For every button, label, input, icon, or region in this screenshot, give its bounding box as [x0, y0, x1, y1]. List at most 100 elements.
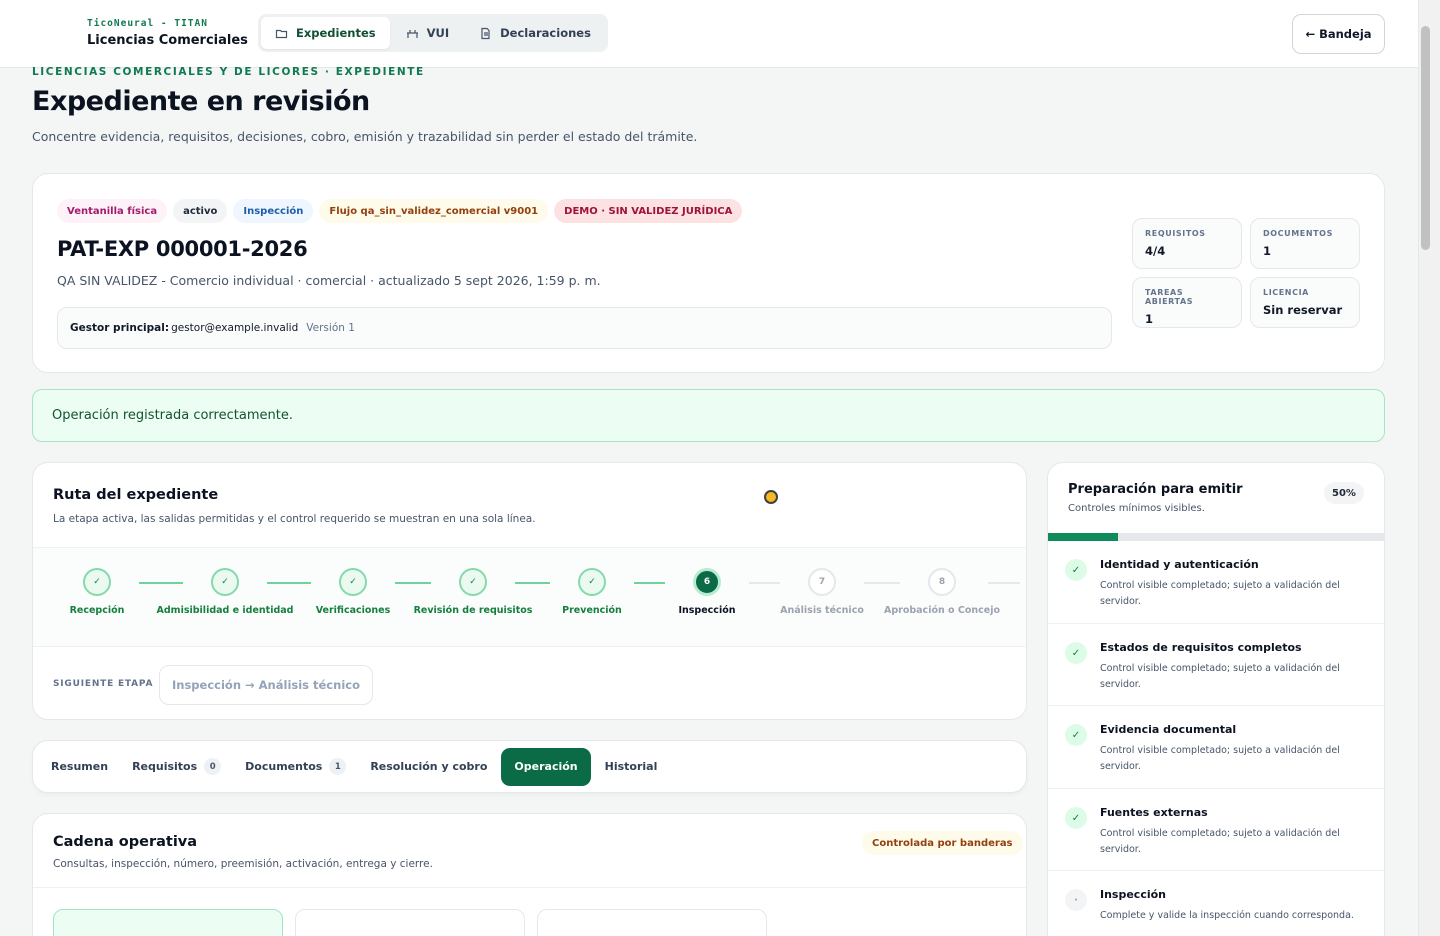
check-icon: ✓ — [339, 568, 367, 596]
tab-requisitos[interactable]: Requisitos 0 — [122, 748, 231, 786]
route-step[interactable]: 8 Aprobación o Concejo — [867, 568, 1017, 616]
tab-historial[interactable]: Historial — [595, 748, 668, 786]
page-subtitle: Concentre evidencia, requisitos, decisio… — [32, 129, 698, 144]
indicator-dot — [764, 490, 778, 504]
readiness-control: · Inspección Complete y valide la inspecci… — [1048, 871, 1384, 936]
check-icon: ✓ — [459, 568, 487, 596]
control-title: Evidencia documental — [1100, 723, 1237, 736]
channel-badge: Ventanilla física — [57, 199, 168, 223]
document-icon — [479, 27, 492, 40]
stage-badge: Inspección — [233, 199, 314, 223]
flow-badge: Flujo qa_sin_validez_comercial v9001 — [319, 199, 549, 223]
readiness-progress-fill — [1048, 533, 1119, 541]
route-icon — [406, 27, 419, 40]
expediente-meta: QA SIN VALIDEZ - Comercio individual · c… — [57, 273, 601, 288]
readiness-control: ✓ Estados de requisitos completos Control … — [1048, 624, 1384, 706]
expediente-id: PAT-EXP 000001-2026 — [57, 237, 308, 261]
step-number: 7 — [808, 568, 836, 596]
cadena-title: Cadena operativa — [53, 834, 198, 850]
stat-label: DOCUMENTOS — [1263, 229, 1333, 238]
check-icon: ✓ — [211, 568, 239, 596]
readiness-subtitle: Controles mínimos visibles. — [1068, 503, 1205, 514]
stat-value: 4/4 — [1145, 244, 1166, 258]
version-label: Versión 1 — [306, 322, 355, 334]
tab-label: Operación — [514, 760, 578, 773]
brand-product: TicoNeural - TITAN — [87, 18, 208, 29]
readiness-control: ✓ Fuentes externas Control visible complet… — [1048, 789, 1384, 871]
section-tabs: Resumen Requisitos 0 Documentos 1 Resolu… — [32, 740, 1027, 793]
check-icon: ✓ — [83, 568, 111, 596]
next-stage-label: SIGUIENTE ETAPA — [53, 679, 154, 689]
check-icon: ✓ — [1065, 642, 1087, 664]
operation-step-card[interactable] — [53, 909, 283, 936]
control-description: Control visible completado; sujeto a val… — [1100, 828, 1340, 855]
flags-badge: Controlada por banderas — [862, 831, 1023, 855]
demo-warning-badge: DEMO · SIN VALIDEZ JURÍDICA — [554, 199, 743, 223]
stat-value: 1 — [1263, 244, 1272, 258]
readiness-title: Preparación para emitir — [1068, 482, 1243, 497]
gestor-label: Gestor principal: — [70, 322, 170, 334]
next-stage-button[interactable]: Inspección → Análisis técnico — [159, 665, 373, 705]
issue-readiness-panel: Preparación para emitir Controles mínimo… — [1047, 462, 1385, 936]
state-badge: activo — [173, 199, 228, 223]
nav-tab-expedientes[interactable]: Expedientes — [261, 17, 390, 49]
route-stepper[interactable]: ◂ ▸ ✓Recepción✓Admisibilidad e identidad… — [33, 547, 1026, 647]
page-title: Expediente en revisión — [32, 86, 370, 117]
stat-documentos: DOCUMENTOS 1 — [1250, 218, 1360, 269]
nav-tab-declaraciones[interactable]: Declaraciones — [465, 17, 605, 49]
operation-step-card[interactable] — [295, 909, 525, 936]
operation-step-card[interactable] — [537, 909, 767, 936]
top-bar: TicoNeural - TITAN Licencias Comerciales… — [0, 0, 1418, 68]
control-title: Identidad y autenticación — [1100, 558, 1259, 571]
folder-icon — [275, 27, 288, 40]
route-card: Ruta del expediente La etapa activa, las… — [32, 462, 1027, 720]
tab-label: Requisitos — [132, 760, 198, 773]
tab-resumen[interactable]: Resumen — [41, 748, 118, 786]
step-number: 6 — [693, 568, 721, 596]
control-description: Control visible completado; sujeto a val… — [1100, 580, 1340, 607]
gestor-info: Gestor principal: gestor@example.invalid… — [57, 307, 1112, 349]
stat-tareas-abiertas: TAREAS ABIERTAS 1 — [1132, 277, 1242, 328]
scrollbar-thumb[interactable] — [1421, 26, 1430, 250]
count-badge: 0 — [204, 758, 222, 775]
main-nav: Expedientes VUI Declaraciones — [258, 14, 608, 52]
control-description: Complete y valide la inspección cuando c… — [1100, 910, 1354, 921]
check-icon: ✓ — [1065, 559, 1087, 581]
nav-tab-vui[interactable]: VUI — [392, 17, 464, 49]
stat-value: 1 — [1145, 312, 1154, 326]
cadena-subtitle: Consultas, inspección, número, preemisió… — [53, 858, 433, 870]
readiness-progress-bar — [1048, 533, 1384, 541]
tab-label: Resolución y cobro — [370, 760, 488, 773]
stat-value: Sin reservar — [1263, 303, 1343, 317]
readiness-percent-badge: 50% — [1324, 482, 1364, 504]
brand-title: Licencias Comerciales — [87, 33, 248, 48]
tab-label: Historial — [604, 760, 658, 773]
check-icon: ✓ — [578, 568, 606, 596]
stat-label: TAREAS ABIERTAS — [1145, 288, 1194, 306]
status-chips: Ventanilla física activo Inspección Fluj… — [57, 199, 743, 223]
stat-licencia: LICENCIA Sin reservar — [1250, 277, 1360, 328]
control-description: Control visible completado; sujeto a val… — [1100, 663, 1340, 690]
step-label: Aprobación o Concejo — [883, 605, 1000, 616]
cadena-operativa-card: Cadena operativa Consultas, inspección, … — [32, 813, 1027, 936]
tab-label: Resumen — [51, 760, 109, 773]
nav-tab-label: VUI — [426, 26, 450, 40]
tab-resolucion-cobro[interactable]: Resolución y cobro — [360, 748, 497, 786]
brand: TicoNeural - TITAN Licencias Comerciales — [87, 18, 248, 48]
nav-tab-label: Expedientes — [296, 26, 376, 40]
route-title: Ruta del expediente — [53, 487, 219, 503]
control-title: Estados de requisitos completos — [1100, 641, 1302, 654]
tab-operacion[interactable]: Operación — [501, 747, 591, 786]
check-icon: ✓ — [1065, 724, 1087, 746]
tab-documentos[interactable]: Documentos 1 — [235, 748, 356, 786]
stat-label: REQUISITOS — [1145, 229, 1206, 238]
readiness-control: ✓ Identidad y autenticación Control visibl… — [1048, 541, 1384, 624]
count-badge: 1 — [329, 758, 347, 775]
divider — [33, 887, 1026, 888]
back-to-inbox-button[interactable]: ← Bandeja — [1292, 14, 1385, 54]
route-subtitle: La etapa activa, las salidas permitidas … — [53, 513, 536, 525]
page-eyebrow: LICENCIAS COMERCIALES Y DE LICORES · EXP… — [32, 66, 425, 78]
gestor-email: gestor@example.invalid — [171, 322, 299, 334]
control-title: Inspección — [1100, 888, 1167, 901]
expediente-summary-card: Ventanilla física activo Inspección Fluj… — [32, 173, 1385, 373]
